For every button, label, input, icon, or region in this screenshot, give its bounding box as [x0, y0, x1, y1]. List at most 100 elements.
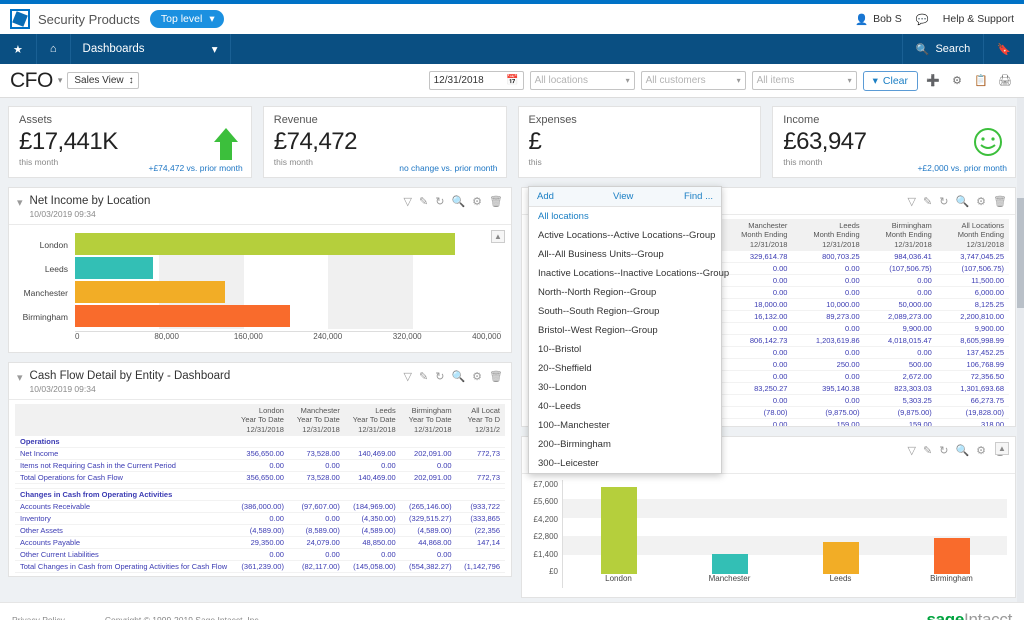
refresh-icon[interactable]: ↻	[435, 370, 444, 383]
trash-icon[interactable]: 🗑	[489, 195, 503, 208]
bar[interactable]	[75, 257, 153, 279]
table-row[interactable]: Changes in Cash from Operating Activitie…	[15, 489, 505, 501]
table-row[interactable]: Accounts Payable29,350.0024,079.0048,850…	[15, 537, 505, 549]
bar[interactable]	[75, 305, 290, 327]
bar[interactable]	[823, 542, 859, 574]
table-cell: 8,605,998.99	[937, 335, 1009, 347]
gear-icon[interactable]: ⚙	[472, 195, 482, 208]
print-icon[interactable]: 🖨	[996, 72, 1014, 90]
refresh-icon[interactable]: ↻	[435, 195, 444, 208]
filter-icon[interactable]: ▽	[908, 195, 916, 208]
bar[interactable]	[934, 538, 970, 574]
copy-icon[interactable]: 📋	[972, 72, 990, 90]
table-cell: 73,528.00	[289, 472, 345, 484]
dropdown-find-link[interactable]: Find ...	[684, 191, 713, 202]
view-select[interactable]: Sales View ↕	[67, 72, 138, 89]
gear-icon[interactable]: ⚙	[976, 444, 986, 457]
locations-filter-select[interactable]: All locations ▾	[530, 71, 635, 90]
net-income-chart[interactable]: ▲ LondonLeedsManchesterBirmingham 080,00…	[9, 225, 511, 347]
dropdown-item[interactable]: 40--Leeds	[529, 397, 721, 416]
filter-icon[interactable]: ▽	[404, 370, 412, 383]
kpi-card-revenue[interactable]: Revenue £74,472 this month no change vs.…	[263, 106, 507, 178]
page-title-chevron-icon[interactable]: ▾	[58, 75, 63, 86]
table-row[interactable]: Other Assets(4,589.00)(8,589.00)(4,589.0…	[15, 525, 505, 537]
trash-icon[interactable]: 🗑	[489, 370, 503, 383]
dropdown-item[interactable]: 20--Sheffield	[529, 359, 721, 378]
table-row[interactable]: Items not Requiring Cash in the Current …	[15, 460, 505, 472]
scrollbar-thumb[interactable]	[1017, 198, 1024, 308]
dropdown-item[interactable]: All--All Business Units--Group	[529, 245, 721, 264]
add-icon[interactable]: ➕	[924, 72, 942, 90]
bar[interactable]	[601, 487, 637, 574]
dropdown-view-link[interactable]: View	[613, 191, 684, 202]
kpi-delta: +£74,472 vs. prior month	[148, 163, 242, 173]
refresh-icon[interactable]: ↻	[939, 195, 948, 208]
refresh-icon[interactable]: ↻	[939, 444, 948, 457]
pencil-icon[interactable]: ✎	[419, 195, 428, 208]
gear-icon[interactable]: ⚙	[472, 370, 482, 383]
filter-icon[interactable]: ▽	[908, 444, 916, 457]
pencil-icon[interactable]: ✎	[419, 370, 428, 383]
dropdown-item[interactable]: 100--Manchester	[529, 416, 721, 435]
dropdown-item[interactable]: 30--London	[529, 378, 721, 397]
dropdown-item[interactable]: North--North Region--Group	[529, 283, 721, 302]
search-icon[interactable]: 🔍	[451, 195, 465, 208]
favorites-button[interactable]: ★	[0, 34, 37, 64]
top-level-selector[interactable]: Top level ▾	[150, 10, 224, 28]
date-filter-input[interactable]: 12/31/2018 📅	[429, 71, 524, 90]
nav-item-dashboards[interactable]: Dashboards ▾	[71, 34, 231, 64]
dropdown-item[interactable]: South--South Region--Group	[529, 302, 721, 321]
dropdown-item[interactable]: 200--Birmingham	[529, 435, 721, 454]
kpi-card-assets[interactable]: Assets £17,441K this month +£74,472 vs. …	[8, 106, 252, 178]
table-row[interactable]: Total Operations for Cash Flow356,650.00…	[15, 472, 505, 484]
expand-chart-icon[interactable]: ▲	[995, 442, 1009, 455]
filter-icon[interactable]: ▽	[404, 195, 412, 208]
gear-icon[interactable]: ⚙	[976, 195, 986, 208]
search-icon[interactable]: 🔍	[451, 370, 465, 383]
table-row[interactable]	[15, 573, 505, 577]
gear-icon[interactable]: ⚙	[948, 72, 966, 90]
trash-icon[interactable]: 🗑	[993, 195, 1007, 208]
table-row[interactable]: Net Income356,650.0073,528.00140,469.002…	[15, 448, 505, 460]
help-support-link[interactable]: Help & Support	[943, 13, 1014, 25]
search-icon[interactable]: 🔍	[955, 444, 969, 457]
dropdown-item[interactable]: Active Locations--Active Locations--Grou…	[529, 226, 721, 245]
panel-actions: ▽ ✎ ↻ 🔍 ⚙ 🗑	[908, 444, 1007, 457]
star-icon: ★	[13, 43, 23, 56]
collapse-chevron-icon[interactable]: ▾	[17, 371, 23, 384]
dropdown-item[interactable]: Bristol--West Region--Group	[529, 321, 721, 340]
cash-flow-table-wrap[interactable]: LondonYear To Date12/31/2018ManchesterYe…	[9, 400, 511, 577]
locations-dropdown-menu[interactable]: Add View Find ... All locationsActive Lo…	[528, 186, 722, 474]
kpi-card-expenses[interactable]: Expenses £ this	[518, 106, 762, 178]
search-icon[interactable]: 🔍	[955, 195, 969, 208]
bookmark-button[interactable]: 🔖	[983, 34, 1024, 64]
table-row[interactable]: Other Current Liabilities0.000.000.000.0…	[15, 549, 505, 561]
privacy-policy-link[interactable]: Privacy Policy	[12, 615, 65, 620]
items-filter-select[interactable]: All items ▾	[752, 71, 857, 90]
bar[interactable]	[712, 554, 748, 574]
chat-button[interactable]: 💬	[916, 13, 929, 26]
pencil-icon[interactable]: ✎	[923, 444, 932, 457]
dropdown-item[interactable]: All locations	[529, 207, 721, 226]
table-row[interactable]: Accounts Receivable(386,000.00)(97,607.0…	[15, 501, 505, 513]
pencil-icon[interactable]: ✎	[923, 195, 932, 208]
table-row[interactable]: Operations	[15, 436, 505, 448]
calendar-icon[interactable]: 📅	[506, 75, 518, 86]
kpi-card-income[interactable]: Income £63,947 this month +£2,000 vs. pr…	[772, 106, 1016, 178]
bar[interactable]	[75, 281, 225, 303]
dropdown-item[interactable]: 300--Leicester	[529, 454, 721, 473]
dropdown-item[interactable]: 10--Bristol	[529, 340, 721, 359]
collapse-chevron-icon[interactable]: ▾	[17, 196, 23, 209]
user-menu[interactable]: 👤 Bob S	[855, 13, 902, 26]
revenue-per-shipment-chart[interactable]: ▲ £7,000£5,600£4,200£2,800£1,400£0 Londo…	[522, 474, 1015, 590]
search-button[interactable]: 🔍 Search	[902, 34, 984, 64]
dropdown-item[interactable]: Inactive Locations--Inactive Locations--…	[529, 264, 721, 283]
vertical-scrollbar[interactable]	[1017, 98, 1024, 602]
bar[interactable]	[75, 233, 455, 255]
home-button[interactable]: ⌂	[37, 34, 71, 64]
table-row[interactable]: Total Changes in Cash from Operating Act…	[15, 561, 505, 573]
clear-filters-button[interactable]: ▾ Clear	[863, 71, 918, 91]
table-row[interactable]: Inventory0.000.00(4,350.00)(329,515.27)(…	[15, 513, 505, 525]
customers-filter-select[interactable]: All customers ▾	[641, 71, 746, 90]
dropdown-add-link[interactable]: Add	[537, 191, 613, 202]
